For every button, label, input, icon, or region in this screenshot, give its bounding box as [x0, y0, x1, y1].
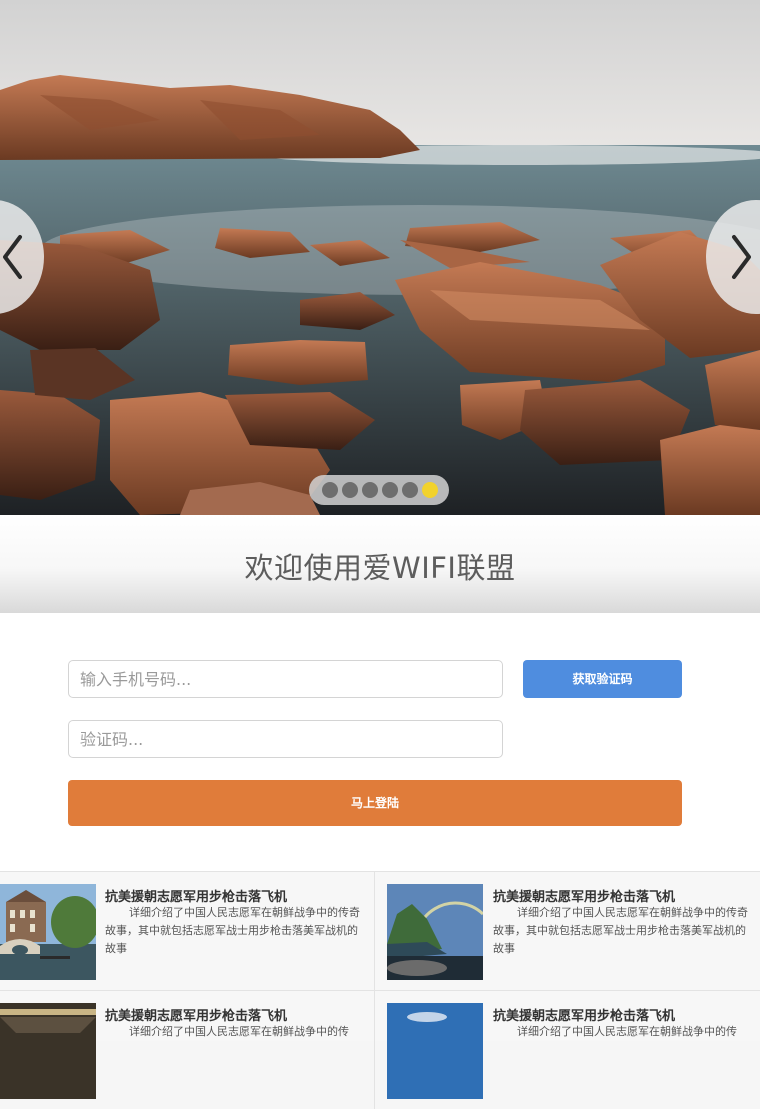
carousel-dot-active[interactable] [422, 482, 438, 498]
news-list: 抗美援朝志愿军用步枪击落飞机 详细介绍了中国人民志愿军在朝鲜战争中的传奇故事，其… [0, 871, 760, 1109]
welcome-title: 欢迎使用爱WIFI联盟 [244, 551, 516, 585]
news-thumbnail [0, 884, 96, 980]
news-title: 抗美援朝志愿军用步枪击落飞机 [105, 890, 288, 905]
news-title: 抗美援朝志愿军用步枪击落飞机 [105, 1009, 288, 1024]
news-thumbnail [387, 1003, 483, 1099]
carousel-dot[interactable] [402, 482, 418, 498]
carousel-indicators [309, 475, 449, 505]
news-thumbnail [387, 884, 483, 980]
news-description: 详细介绍了中国人民志愿军在朝鲜战争中的传 [129, 1025, 349, 1038]
news-description: 详细介绍了中国人民志愿军在朝鲜战争中的传 [517, 1025, 737, 1038]
login-button[interactable]: 马上登陆 [68, 780, 682, 826]
get-code-button[interactable]: 获取验证码 [523, 660, 682, 698]
hero-image [0, 0, 760, 515]
welcome-banner: 欢迎使用爱WIFI联盟 [0, 515, 760, 613]
news-description: 详细介绍了中国人民志愿军在朝鲜战争中的传奇故事，其中就包括志愿军战士用步枪击落美… [493, 906, 748, 955]
carousel-dot[interactable] [382, 482, 398, 498]
news-item[interactable]: 抗美援朝志愿军用步枪击落飞机 详细介绍了中国人民志愿军在朝鲜战争中的传奇故事，其… [374, 872, 750, 990]
login-form: 获取验证码 马上登陆 [0, 613, 760, 871]
carousel-dot[interactable] [342, 482, 358, 498]
news-item[interactable]: 抗美援朝志愿军用步枪击落飞机 详细介绍了中国人民志愿军在朝鲜战争中的传 [374, 991, 750, 1109]
news-description: 详细介绍了中国人民志愿军在朝鲜战争中的传奇故事，其中就包括志愿军战士用步枪击落美… [105, 906, 360, 955]
news-title: 抗美援朝志愿军用步枪击落飞机 [493, 1009, 676, 1024]
code-input[interactable] [68, 720, 503, 758]
news-item[interactable]: 抗美援朝志愿军用步枪击落飞机 详细介绍了中国人民志愿军在朝鲜战争中的传 [0, 991, 375, 1109]
carousel-dot[interactable] [362, 482, 378, 498]
carousel-dot[interactable] [322, 482, 338, 498]
news-item[interactable]: 抗美援朝志愿军用步枪击落飞机 详细介绍了中国人民志愿军在朝鲜战争中的传奇故事，其… [0, 872, 375, 990]
chevron-right-icon [732, 235, 751, 279]
news-thumbnail [0, 1003, 96, 1099]
chevron-left-icon [3, 235, 22, 279]
phone-input[interactable] [68, 660, 503, 698]
hero-carousel [0, 0, 760, 515]
news-title: 抗美援朝志愿军用步枪击落飞机 [493, 890, 676, 905]
